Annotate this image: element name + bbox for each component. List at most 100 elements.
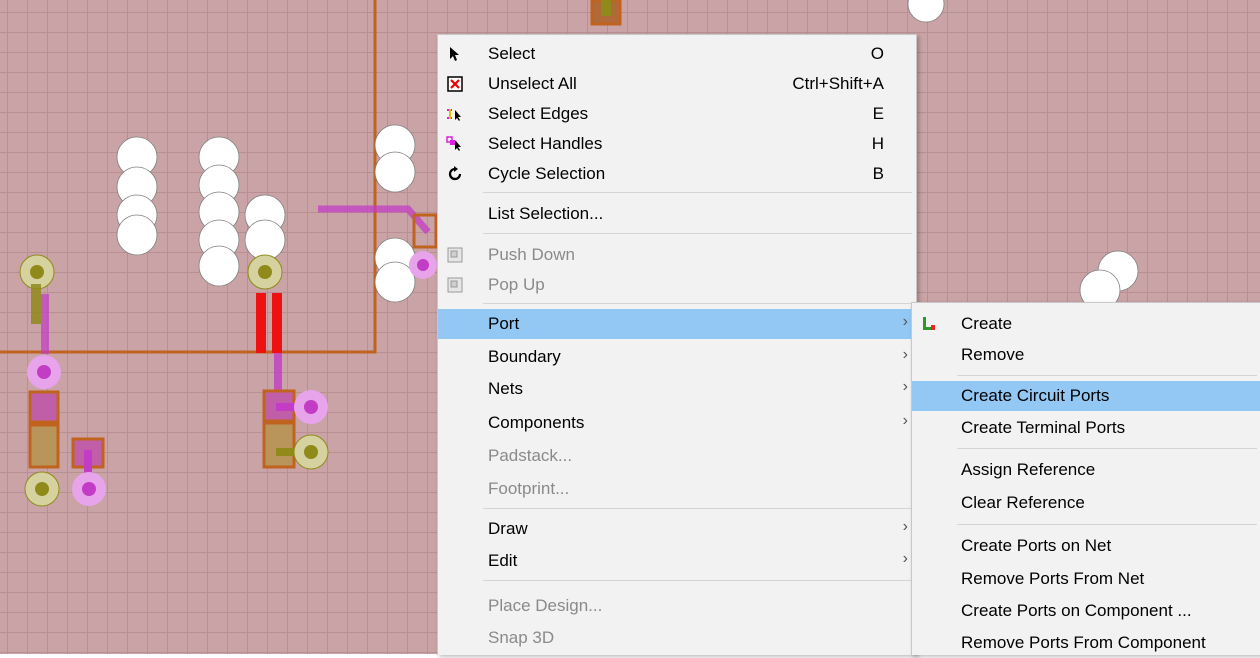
menu-label: Footprint... (488, 479, 570, 498)
create-port-icon (923, 317, 935, 330)
menu-label: Push Down (488, 245, 575, 264)
cursor-arrow-icon (450, 47, 459, 61)
menu-label: Create Ports on Component ... (961, 601, 1192, 620)
menu-item-boundary[interactable]: Boundary › (438, 342, 916, 372)
menu-item-select-handles[interactable]: Select Handles H (438, 129, 916, 159)
menu-label: Create Ports on Net (961, 536, 1112, 555)
menu-item-unselect-all[interactable]: Unselect All Ctrl+Shift+A (438, 69, 916, 99)
olive-via-mid-top (247, 254, 283, 290)
menu-shortcut: Ctrl+Shift+A (792, 74, 884, 93)
context-menu: Select O Unselect All Ctrl+Shift+A Selec… (437, 34, 917, 655)
submenu-arrow-icon: › (902, 346, 908, 363)
menu-label: Create Circuit Ports (961, 386, 1110, 405)
magenta-via-left-bottom (72, 472, 106, 506)
menu-item-edit[interactable]: Edit › (438, 546, 916, 576)
menu-separator (483, 192, 912, 193)
submenu-arrow-icon: › (902, 518, 908, 535)
red-trace-a (256, 293, 266, 353)
menu-label: Draw (488, 519, 528, 538)
menu-label: Pop Up (488, 275, 545, 294)
via-stack-1 (116, 136, 158, 256)
menu-separator (483, 303, 912, 304)
menu-label: Padstack... (488, 446, 573, 465)
pad-left-b (28, 423, 60, 469)
menu-separator (483, 580, 912, 581)
menu-label: Remove Ports From Net (961, 569, 1145, 588)
menu-item-snap-3d[interactable]: Snap 3D (438, 623, 916, 653)
menu-label: Select Handles (488, 134, 603, 153)
menu-separator (483, 233, 912, 234)
menu-item-pop-up[interactable]: Pop Up (438, 270, 916, 300)
pad-mid-b (262, 421, 296, 469)
top-pad-via (601, 0, 611, 16)
push-down-icon (447, 247, 463, 263)
olive-trace-left (31, 284, 41, 324)
submenu-item-remove-ports-from-net[interactable]: Remove Ports From Net (912, 564, 1260, 594)
menu-item-place-design[interactable]: Place Design... (438, 591, 916, 621)
via-stack-2 (198, 136, 240, 287)
select-edges-icon (447, 109, 461, 121)
menu-item-cycle-selection[interactable]: Cycle Selection B (438, 159, 916, 189)
menu-item-padstack[interactable]: Padstack... (438, 441, 916, 471)
submenu-item-create[interactable]: Create (912, 309, 1260, 339)
via-top (907, 0, 945, 23)
menu-label: Create (961, 314, 1013, 333)
magenta-trace-top (318, 205, 431, 235)
menu-item-port[interactable]: Port › (438, 309, 916, 339)
submenu-item-clear-reference[interactable]: Clear Reference (912, 488, 1260, 518)
submenu-arrow-icon: › (902, 550, 908, 567)
olive-via-left-bottom (24, 471, 60, 507)
submenu-arrow-icon: › (902, 313, 908, 330)
menu-label: Assign Reference (961, 460, 1096, 479)
menu-item-push-down[interactable]: Push Down (438, 240, 916, 270)
olive-via-left-top (19, 254, 55, 290)
menu-label: Cycle Selection (488, 164, 606, 183)
menu-label: List Selection... (488, 204, 604, 223)
submenu-item-create-terminal-ports[interactable]: Create Terminal Ports (912, 413, 1260, 443)
submenu-item-assign-reference[interactable]: Assign Reference (912, 455, 1260, 485)
pop-up-icon (447, 277, 463, 293)
menu-label: Nets (488, 379, 523, 398)
menu-separator (483, 508, 912, 509)
menu-shortcut: H (871, 134, 884, 153)
menu-label: Snap 3D (488, 628, 555, 647)
olive-via-mid-bottom (293, 434, 329, 470)
menu-label: Place Design... (488, 596, 603, 615)
menu-item-footprint[interactable]: Footprint... (438, 474, 916, 504)
menu-label: Remove (961, 345, 1025, 364)
menu-label: Select Edges (488, 104, 589, 123)
menu-shortcut: E (872, 104, 884, 123)
select-handles-icon (446, 136, 461, 151)
magenta-via-left (27, 355, 61, 389)
menu-label: Unselect All (488, 74, 577, 93)
menu-separator (957, 524, 1257, 525)
menu-shortcut: B (872, 164, 884, 183)
menu-label: Edit (488, 551, 518, 570)
menu-item-draw[interactable]: Draw › (438, 514, 916, 544)
menu-item-list-selection[interactable]: List Selection... (438, 199, 916, 229)
submenu-arrow-icon: › (902, 412, 908, 429)
port-submenu: Create Remove Create Circuit Ports Creat… (911, 302, 1260, 655)
submenu-item-create-circuit-ports[interactable]: Create Circuit Ports (912, 381, 1260, 411)
menu-item-nets[interactable]: Nets › (438, 374, 916, 404)
menu-label: Components (488, 413, 585, 432)
component-boundary (0, 0, 377, 354)
menu-label: Clear Reference (961, 493, 1085, 512)
cycle-selection-icon (448, 166, 462, 181)
unselect-all-icon (447, 76, 463, 92)
submenu-arrow-icon: › (902, 378, 908, 395)
pad-left-a (28, 390, 60, 424)
menu-item-select-edges[interactable]: Select Edges E (438, 99, 916, 129)
via-pad-mid-core (417, 259, 429, 271)
submenu-item-remove[interactable]: Remove (912, 340, 1260, 370)
menu-item-components[interactable]: Components › (438, 408, 916, 438)
submenu-item-create-ports-on-net[interactable]: Create Ports on Net (912, 531, 1260, 561)
menu-shortcut: O (870, 44, 884, 63)
menu-item-select[interactable]: Select O (438, 39, 916, 69)
magenta-via-mid (294, 390, 328, 424)
menu-label: Port (488, 314, 520, 333)
submenu-item-create-ports-on-component[interactable]: Create Ports on Component ... (912, 596, 1260, 626)
via-stack-3 (244, 194, 286, 261)
menu-label: Boundary (488, 347, 561, 366)
menu-separator (957, 375, 1257, 376)
